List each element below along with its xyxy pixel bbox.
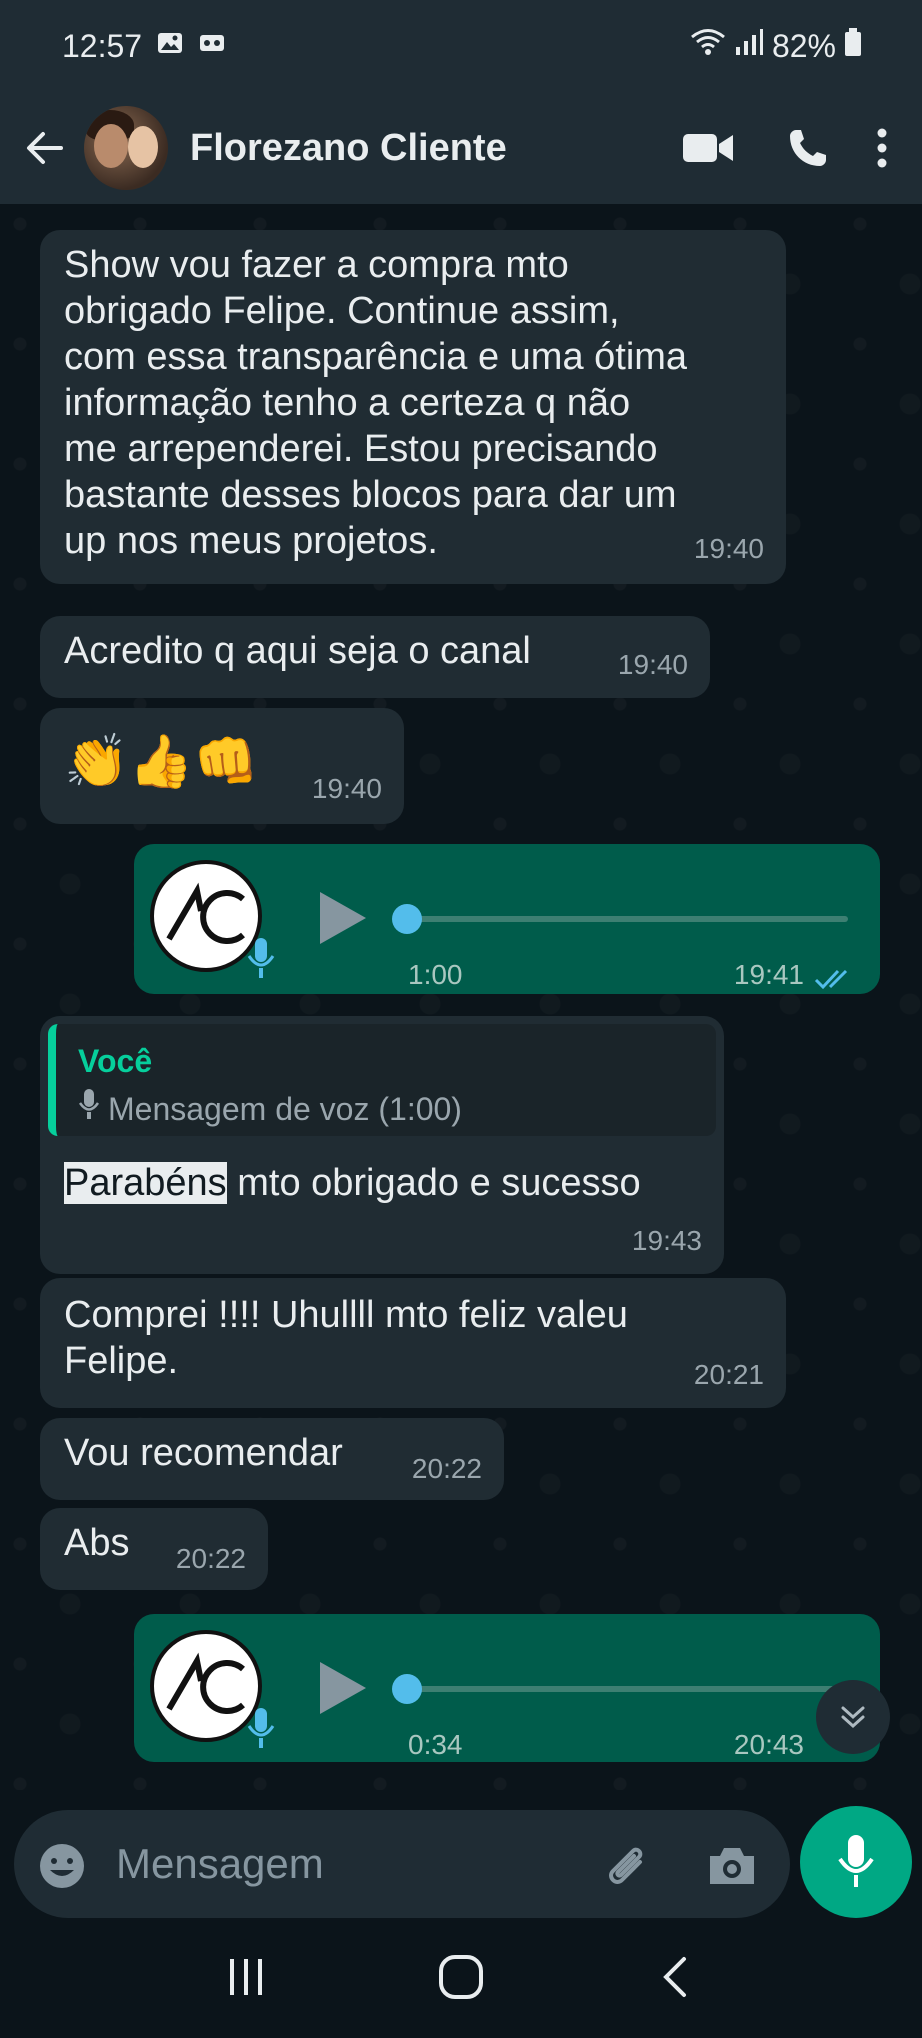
back-nav-icon[interactable] [654,1955,698,2004]
message-incoming[interactable]: Comprei !!!! Uhullll mto feliz valeu Fel… [40,1278,786,1408]
audio-duration: 0:34 [408,1729,463,1760]
more-options-icon[interactable] [862,116,902,180]
message-line: Comprei !!!! Uhullll mto feliz valeu [64,1294,628,1336]
highlighted-word: Parabéns [64,1162,227,1204]
video-call-icon[interactable] [676,116,740,180]
home-icon[interactable] [437,1953,485,2006]
message-time: 19:40 [617,649,688,680]
message-text: Acredito q aqui seja o canal [64,630,531,672]
message-time: 19:41 [733,959,804,990]
emoji-message: 👏👍👊 [64,733,259,791]
camera-icon[interactable] [706,1844,758,1893]
message-placeholder: Mensagem [116,1840,324,1887]
message-incoming[interactable]: Acredito q aqui seja o canal 19:40 [40,616,710,698]
wifi-icon [690,27,726,65]
audio-seek-handle[interactable] [392,1674,422,1704]
chat-header: Florezano Cliente [0,92,922,204]
message-input[interactable]: Mensagem [14,1810,790,1918]
message-time: 20:21 [693,1359,764,1390]
voice-message-outgoing[interactable]: 1:00 19:41 [134,844,880,994]
system-nav-bar [0,1920,922,2038]
voice-call-icon[interactable] [776,116,840,180]
message-line: obrigado Felipe. Continue assim, [64,290,620,332]
message-incoming[interactable]: Abs 20:22 [40,1508,268,1590]
message-line: com essa transparência e uma ótima [64,336,688,378]
chat-area[interactable]: Show vou fazer a compra mto obrigado Fel… [0,204,922,1790]
quoted-message[interactable]: Você Mensagem de voz (1:00) [48,1024,716,1136]
back-arrow-icon[interactable] [20,123,70,173]
quote-text: Mensagem de voz (1:00) [108,1091,462,1127]
message-incoming[interactable]: 👏👍👊 19:40 [40,708,404,824]
message-time: 19:40 [693,533,764,564]
message-text: Abs [64,1522,130,1564]
gallery-icon [156,28,184,65]
battery-icon [844,27,862,65]
battery-level: 82% [771,27,836,64]
message-line: bastante desses blocos para dar um [64,474,677,516]
voice-message-outgoing[interactable]: 0:34 20:43 [134,1614,880,1762]
composer-bar: Mensagem [0,1790,922,1920]
message-line: Felipe. [64,1340,179,1382]
audio-duration: 1:00 [408,959,463,990]
mic-icon [78,1086,100,1132]
read-receipt-icon [814,956,856,1002]
message-time: 19:40 [311,773,382,804]
message-text-rest: mto obrigado e sucesso [226,1162,641,1204]
attach-icon[interactable] [600,1840,652,1897]
play-icon[interactable] [320,1662,366,1714]
audio-seek-handle[interactable] [392,904,422,934]
contact-avatar[interactable] [84,106,168,190]
message-line: Show vou fazer a compra mto [64,244,569,286]
message-incoming[interactable]: Vou recomendar 20:22 [40,1418,504,1500]
mic-badge-icon [246,1706,276,1750]
audio-seek-track[interactable] [404,1686,848,1692]
mic-icon [838,1835,874,1887]
emoji-icon[interactable] [38,1842,86,1895]
message-text: Parabéns mto obrigado e sucesso [64,1160,641,1206]
message-time: 20:22 [175,1543,246,1574]
contact-name[interactable]: Florezano Cliente [190,127,640,170]
audio-seek-track[interactable] [404,916,848,922]
recent-apps-icon[interactable] [224,1955,268,2004]
message-time: 20:43 [733,1729,804,1760]
message-time: 19:43 [631,1225,702,1256]
message-line: up nos meus projetos. [64,520,438,562]
message-incoming[interactable]: Show vou fazer a compra mto obrigado Fel… [40,230,786,584]
play-icon[interactable] [320,892,366,944]
scroll-to-bottom-button[interactable] [816,1680,890,1754]
message-text: Vou recomendar [64,1432,343,1474]
message-line: informação tenho a certeza q não [64,382,631,424]
quote-preview: Mensagem de voz (1:00) [78,1086,462,1132]
mic-badge-icon [246,936,276,980]
record-voice-button[interactable] [800,1806,912,1918]
signal-icon [734,27,764,65]
status-time: 12:57 [62,27,143,64]
message-time: 20:22 [411,1453,482,1484]
quote-author: Você [78,1043,153,1079]
status-bar: 12:57 82% [0,0,922,92]
voicemail-icon [198,28,226,65]
message-incoming-reply[interactable]: Você Mensagem de voz (1:00) Parabéns mto… [40,1016,724,1274]
message-line: me arrependerei. Estou precisando [64,428,658,470]
